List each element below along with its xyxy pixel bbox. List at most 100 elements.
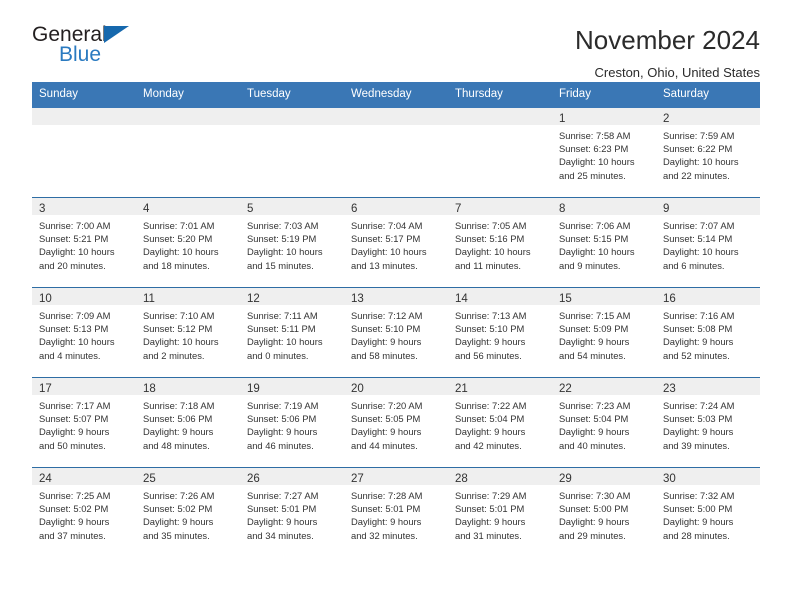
day-number-band: 25 <box>136 467 240 485</box>
brand-name-general: General <box>32 23 107 46</box>
day-detail-line: Daylight: 9 hours <box>559 516 630 528</box>
day-number-band: 13 <box>344 287 448 305</box>
day-detail-line: Sunset: 5:02 PM <box>39 502 109 514</box>
calendar-day-cell[interactable]: 6 Sunrise: 7:04 AM Sunset: 5:17 PM Daylight… <box>344 197 448 287</box>
day-detail-line: Sunrise: 7:17 AM <box>39 399 111 411</box>
calendar-day-cell[interactable]: 8 Sunrise: 7:06 AM Sunset: 5:15 PM Daylight… <box>552 197 656 287</box>
calendar-day-cell[interactable]: 24 Sunrise: 7:25 AM Sunset: 5:02 PM Dayligh… <box>32 467 136 557</box>
day-number-band: 8 <box>552 197 656 215</box>
calendar-week-row: 3 Sunrise: 7:00 AM Sunset: 5:21 PM Daylight… <box>32 196 760 287</box>
day-detail-line: Sunset: 5:06 PM <box>143 412 213 424</box>
day-detail-line: and 6 minutes. <box>663 259 725 271</box>
day-detail-line: Sunset: 5:10 PM <box>351 322 421 334</box>
day-number-band <box>448 107 552 125</box>
calendar-day-cell[interactable]: 25 Sunrise: 7:26 AM Sunset: 5:02 PM Dayligh… <box>136 467 240 557</box>
calendar-day-cell[interactable]: 2 Sunrise: 7:59 AM Sunset: 6:22 PM Daylight… <box>656 107 760 197</box>
day-detail-line: Sunrise: 7:15 AM <box>559 309 631 321</box>
day-number: 26 <box>247 472 260 485</box>
day-detail-line: and 40 minutes. <box>559 439 626 451</box>
day-detail-line: Sunset: 5:10 PM <box>455 322 525 334</box>
calendar-day-cell[interactable]: 5 Sunrise: 7:03 AM Sunset: 5:19 PM Daylight… <box>240 197 344 287</box>
day-number: 17 <box>39 382 52 395</box>
day-number-band: 23 <box>656 377 760 395</box>
calendar-day-cell[interactable]: 13 Sunrise: 7:12 AM Sunset: 5:10 PM Dayligh… <box>344 287 448 377</box>
day-detail-line: Daylight: 9 hours <box>351 426 422 438</box>
day-detail-line: and 50 minutes. <box>39 439 106 451</box>
calendar-day-cell[interactable]: 16 Sunrise: 7:16 AM Sunset: 5:08 PM Dayligh… <box>656 287 760 377</box>
calendar-day-cell[interactable]: 26 Sunrise: 7:27 AM Sunset: 5:01 PM Dayligh… <box>240 467 344 557</box>
page-title: November 2024 <box>575 25 760 55</box>
brand-logo[interactable]: General Blue <box>32 24 212 72</box>
calendar-day-cell[interactable]: 7 Sunrise: 7:05 AM Sunset: 5:16 PM Daylight… <box>448 197 552 287</box>
day-number: 14 <box>455 292 468 305</box>
day-number: 30 <box>663 472 676 485</box>
day-detail-line: and 56 minutes. <box>455 349 522 361</box>
day-number-band: 11 <box>136 287 240 305</box>
day-detail-line: Sunrise: 7:26 AM <box>143 489 215 501</box>
day-detail-line: and 39 minutes. <box>663 439 730 451</box>
day-number-band: 28 <box>448 467 552 485</box>
day-detail-line: Sunset: 5:20 PM <box>143 232 213 244</box>
day-detail-line: Daylight: 9 hours <box>663 426 734 438</box>
day-detail-line: Daylight: 9 hours <box>247 426 318 438</box>
day-number-band <box>32 107 136 125</box>
day-detail-line: Sunset: 5:15 PM <box>559 232 629 244</box>
calendar-day-cell[interactable]: 18 Sunrise: 7:18 AM Sunset: 5:06 PM Dayligh… <box>136 377 240 467</box>
calendar-grid: Sunday Monday Tuesday Wednesday Thursday… <box>32 82 760 557</box>
calendar-day-cell[interactable]: 19 Sunrise: 7:19 AM Sunset: 5:06 PM Dayligh… <box>240 377 344 467</box>
day-detail-text: Sunrise: 7:16 AM Sunset: 5:08 PM Daylight:… <box>656 305 760 363</box>
day-detail-line: Daylight: 9 hours <box>143 516 214 528</box>
page-header: General Blue November 2024 Creston, Ohio… <box>32 0 760 80</box>
day-detail-line: Daylight: 10 hours <box>39 246 115 258</box>
calendar-day-cell[interactable]: 10 Sunrise: 7:09 AM Sunset: 5:13 PM Dayligh… <box>32 287 136 377</box>
day-detail-text: Sunrise: 7:27 AM Sunset: 5:01 PM Daylight:… <box>240 485 344 543</box>
day-detail-line: and 28 minutes. <box>663 529 730 541</box>
calendar-day-cell-empty <box>344 107 448 197</box>
day-detail-line: Sunset: 5:01 PM <box>247 502 317 514</box>
calendar-day-cell[interactable]: 14 Sunrise: 7:13 AM Sunset: 5:10 PM Dayligh… <box>448 287 552 377</box>
calendar-day-cell[interactable]: 23 Sunrise: 7:24 AM Sunset: 5:03 PM Dayligh… <box>656 377 760 467</box>
day-detail-line: Sunset: 5:09 PM <box>559 322 629 334</box>
day-detail-text: Sunrise: 7:15 AM Sunset: 5:09 PM Daylight:… <box>552 305 656 363</box>
day-number-band: 1 <box>552 107 656 125</box>
calendar-day-cell[interactable]: 29 Sunrise: 7:30 AM Sunset: 5:00 PM Dayligh… <box>552 467 656 557</box>
day-detail-line: Sunset: 5:11 PM <box>247 322 316 334</box>
day-number: 6 <box>351 202 358 215</box>
day-detail-line: Daylight: 9 hours <box>247 516 318 528</box>
calendar-day-cell[interactable]: 27 Sunrise: 7:28 AM Sunset: 5:01 PM Dayligh… <box>344 467 448 557</box>
day-detail-line: Sunrise: 7:07 AM <box>663 219 735 231</box>
calendar-day-cell[interactable]: 17 Sunrise: 7:17 AM Sunset: 5:07 PM Dayligh… <box>32 377 136 467</box>
day-number-band: 15 <box>552 287 656 305</box>
calendar-day-cell[interactable]: 11 Sunrise: 7:10 AM Sunset: 5:12 PM Dayligh… <box>136 287 240 377</box>
day-detail-line: Sunrise: 7:29 AM <box>455 489 527 501</box>
calendar-day-cell[interactable]: 12 Sunrise: 7:11 AM Sunset: 5:11 PM Dayligh… <box>240 287 344 377</box>
calendar-day-cell[interactable]: 15 Sunrise: 7:15 AM Sunset: 5:09 PM Dayligh… <box>552 287 656 377</box>
calendar-day-cell[interactable]: 9 Sunrise: 7:07 AM Sunset: 5:14 PM Daylight… <box>656 197 760 287</box>
day-number-band: 26 <box>240 467 344 485</box>
calendar-day-cell[interactable]: 4 Sunrise: 7:01 AM Sunset: 5:20 PM Daylight… <box>136 197 240 287</box>
day-number: 20 <box>351 382 364 395</box>
day-detail-text <box>32 125 136 129</box>
calendar-day-cell[interactable]: 30 Sunrise: 7:32 AM Sunset: 5:00 PM Dayligh… <box>656 467 760 557</box>
calendar-day-cell[interactable]: 28 Sunrise: 7:29 AM Sunset: 5:01 PM Dayligh… <box>448 467 552 557</box>
day-detail-line: Sunrise: 7:23 AM <box>559 399 631 411</box>
day-detail-line: Sunset: 5:04 PM <box>455 412 525 424</box>
day-number-band: 3 <box>32 197 136 215</box>
calendar-day-cell[interactable]: 1 Sunrise: 7:58 AM Sunset: 6:23 PM Daylight… <box>552 107 656 197</box>
day-detail-line: and 20 minutes. <box>39 259 106 271</box>
day-detail-line: and 42 minutes. <box>455 439 522 451</box>
day-number: 12 <box>247 292 260 305</box>
calendar-day-cell-empty <box>32 107 136 197</box>
page-subtitle: Creston, Ohio, United States <box>594 64 760 80</box>
day-detail-line: Sunset: 5:02 PM <box>143 502 213 514</box>
day-detail-line: Daylight: 10 hours <box>247 336 323 348</box>
calendar-day-cell[interactable]: 20 Sunrise: 7:20 AM Sunset: 5:05 PM Dayligh… <box>344 377 448 467</box>
day-number: 1 <box>559 112 566 125</box>
day-detail-line: Daylight: 9 hours <box>39 516 110 528</box>
calendar-day-cell[interactable]: 22 Sunrise: 7:23 AM Sunset: 5:04 PM Dayligh… <box>552 377 656 467</box>
calendar-day-cell[interactable]: 3 Sunrise: 7:00 AM Sunset: 5:21 PM Daylight… <box>32 197 136 287</box>
day-detail-text: Sunrise: 7:03 AM Sunset: 5:19 PM Daylight:… <box>240 215 344 273</box>
day-detail-line: Daylight: 10 hours <box>351 246 427 258</box>
calendar-day-cell[interactable]: 21 Sunrise: 7:22 AM Sunset: 5:04 PM Dayligh… <box>448 377 552 467</box>
day-detail-line: Daylight: 10 hours <box>247 246 323 258</box>
